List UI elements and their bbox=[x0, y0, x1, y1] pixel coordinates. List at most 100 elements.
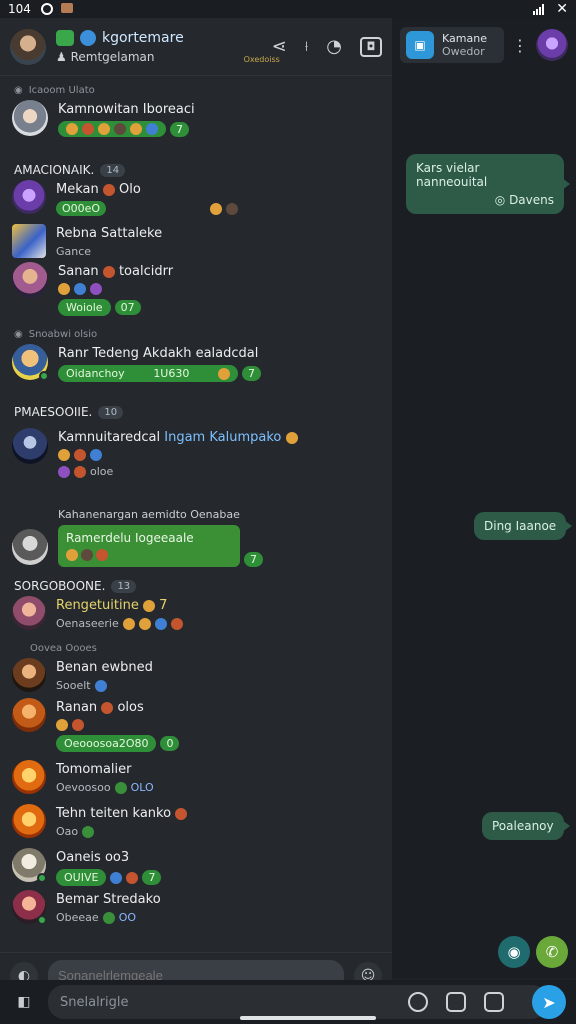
avatar bbox=[12, 224, 46, 258]
status-time: 104 bbox=[8, 2, 31, 16]
close-icon[interactable]: ✕ bbox=[556, 1, 568, 17]
list-item[interactable]: Rengetuitine 7 Oenaseerie bbox=[0, 596, 392, 638]
list-item[interactable]: Kahanenargan aemidto Oenabae Ramerdelu I… bbox=[0, 496, 392, 576]
header-badge: Oxedoiss bbox=[243, 55, 280, 64]
emoji-icon bbox=[175, 807, 188, 820]
send-icon[interactable]: ➤ bbox=[532, 985, 566, 1019]
gallery-icon[interactable] bbox=[484, 992, 504, 1012]
emoji-icon bbox=[82, 825, 95, 838]
list-item[interactable]: Ranr Tedeng Akdakh ealadcdal Oidanchoy 1U… bbox=[0, 344, 392, 402]
emoji-icon bbox=[82, 123, 94, 135]
chat-list-pane: kgortemare ♟ Remtgelaman ⋖ ⟊ ◔ ◘ Oxedois… bbox=[0, 18, 392, 1024]
message-bubble[interactable]: Ding Iaanoe bbox=[474, 512, 573, 540]
chat-feed[interactable]: ◉ Icaoom Ulato Kamnowitan Iboreaci 7 AMA… bbox=[0, 78, 392, 948]
emoji-icon bbox=[146, 123, 158, 135]
conversation-title: Kamane bbox=[442, 32, 487, 45]
online-indicator bbox=[39, 371, 49, 381]
list-item[interactable]: Mekan Olo O00eO bbox=[0, 180, 392, 224]
share-icon[interactable]: ⋖ bbox=[272, 36, 287, 57]
reaction-chip[interactable]: Oidanchoy 1U630 bbox=[58, 365, 238, 382]
conversation-card[interactable]: ▣ Kamane Owedor bbox=[400, 27, 504, 63]
check-icon: ◎ bbox=[494, 193, 506, 207]
message-bubble[interactable]: Kars vielar nanneouital ◎ Davens bbox=[406, 154, 570, 214]
avatar bbox=[12, 100, 48, 136]
count-chip: 7 bbox=[142, 870, 162, 885]
emoji-icon bbox=[114, 781, 127, 794]
emoji-icon bbox=[56, 719, 68, 731]
signal-icon bbox=[533, 3, 545, 15]
status-bar: 104 ✕ bbox=[0, 0, 576, 18]
list-item[interactable]: Bemar Stredako Obeeae OO bbox=[0, 890, 392, 930]
list-item[interactable]: Tehn teiten kanko Oao bbox=[0, 804, 392, 848]
emoji-icon bbox=[225, 203, 238, 215]
group-header: kgortemare ♟ Remtgelaman ⋖ ⟊ ◔ ◘ Oxedois… bbox=[0, 18, 392, 76]
avatar bbox=[12, 428, 48, 464]
emoji-icon bbox=[66, 123, 78, 135]
list-item[interactable]: Oaneis oo3 OUIVE 7 bbox=[0, 848, 392, 890]
call-icon[interactable]: ◔ bbox=[326, 36, 342, 57]
emoji-icon bbox=[74, 449, 86, 461]
emoji-icon bbox=[58, 465, 70, 478]
profile-avatar[interactable] bbox=[536, 29, 568, 61]
emoji-icon bbox=[126, 871, 139, 884]
online-indicator bbox=[37, 873, 47, 883]
apps-icon[interactable]: ◧ bbox=[10, 988, 38, 1016]
group-subtitle: Remtgelaman bbox=[70, 49, 155, 64]
emoji-icon bbox=[114, 123, 126, 135]
chat-icon: ▣ bbox=[406, 31, 434, 59]
avatar bbox=[12, 698, 46, 732]
emoji-icon bbox=[96, 548, 108, 561]
emoji-icon bbox=[58, 449, 70, 461]
reaction-chip[interactable]: Woiole bbox=[58, 299, 111, 316]
emoji-icon bbox=[81, 548, 93, 561]
message-bubble[interactable]: Poaleanoy bbox=[482, 812, 570, 840]
reply-icon[interactable]: ◉ bbox=[498, 936, 530, 968]
pinned-label: ◉ Icaoom Ulato bbox=[14, 84, 95, 96]
section-header: SORGOBOONE. 13 bbox=[0, 576, 392, 596]
list-item[interactable]: Kamnuitaredcal Ingam Kalumpako oloe bbox=[0, 428, 392, 496]
avatar bbox=[12, 890, 47, 925]
avatar bbox=[12, 804, 46, 838]
list-item[interactable]: Benan ewbned Sooelt bbox=[0, 658, 392, 698]
avatar bbox=[12, 658, 46, 692]
avatar bbox=[12, 596, 46, 630]
reaction-chip[interactable]: Oeooosoa2O80 bbox=[56, 735, 157, 752]
section-header: PMAESOOIIE. 10 bbox=[0, 402, 392, 422]
conversation-subtitle: Owedor bbox=[442, 45, 485, 58]
emoji-icon bbox=[285, 431, 298, 444]
emoji-icon bbox=[130, 123, 142, 135]
verified-icon bbox=[56, 29, 74, 46]
emoji-icon bbox=[98, 123, 110, 135]
emoji-icon bbox=[102, 183, 115, 196]
pinned-label: ◉ Snoabwi olsio bbox=[14, 328, 98, 340]
call-fab-icon[interactable]: ✆ bbox=[536, 936, 568, 968]
conversation-header: ▣ Kamane Owedor ⋮ bbox=[400, 22, 568, 68]
list-item[interactable]: Tomomalier Oevoosoo OLO bbox=[0, 760, 392, 804]
list-item[interactable]: Ranan olos Oeooosoa2O80 0 bbox=[0, 698, 392, 760]
emoji-icon bbox=[72, 719, 84, 731]
count-chip: 7 bbox=[244, 551, 263, 567]
avatar bbox=[12, 262, 48, 298]
list-item[interactable]: Sanan toalcidrr Woiole 07 bbox=[0, 262, 392, 324]
emoji-icon bbox=[170, 617, 183, 630]
group-avatar[interactable] bbox=[10, 28, 46, 65]
status-chip: O00eO bbox=[56, 201, 107, 216]
list-item[interactable]: Rebna Sattaleke Gance bbox=[0, 224, 392, 262]
more-icon[interactable]: ⋮ bbox=[512, 36, 528, 55]
timer-icon[interactable] bbox=[408, 992, 428, 1012]
list-item[interactable]: Kamnowitan Iboreaci 7 bbox=[0, 100, 392, 160]
notification-icon bbox=[60, 3, 73, 13]
message-bubble[interactable]: Ramerdelu Iogeeaale bbox=[58, 524, 240, 567]
sticker-icon[interactable] bbox=[446, 992, 466, 1012]
members-online-label: Oovea Oooes bbox=[30, 642, 97, 654]
video-icon[interactable]: ◘ bbox=[360, 36, 382, 57]
reaction-chip[interactable]: OUIVE bbox=[56, 869, 107, 886]
count-chip: 7 bbox=[242, 366, 261, 381]
pin-icon: ◉ bbox=[14, 84, 23, 96]
avatar bbox=[12, 180, 46, 214]
reaction-chip[interactable] bbox=[58, 121, 166, 137]
row-name: Kamnowitan Iboreaci bbox=[58, 102, 195, 117]
emoji-icon bbox=[90, 449, 102, 461]
avatar bbox=[12, 760, 46, 794]
emoji-icon bbox=[101, 701, 114, 714]
